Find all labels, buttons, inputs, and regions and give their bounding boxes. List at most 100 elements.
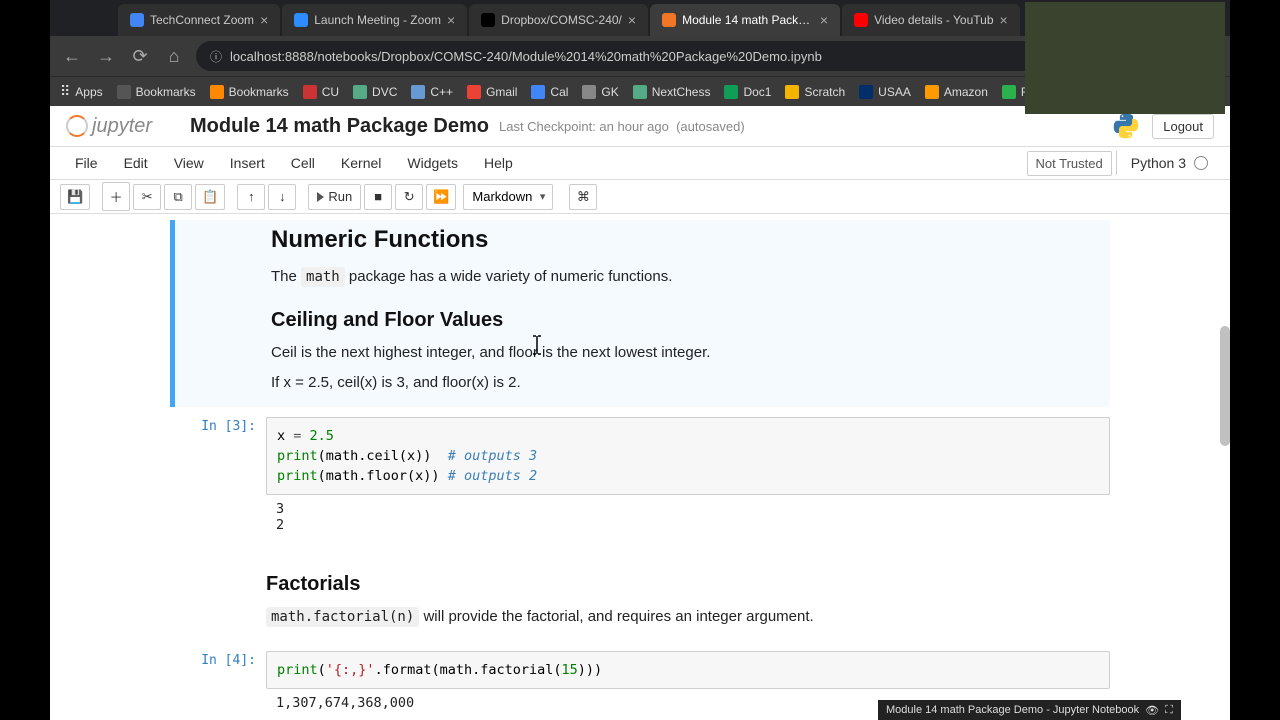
back-button[interactable]: ← (60, 44, 84, 68)
kernel-name: Python 3 (1131, 155, 1186, 171)
tab-label: Launch Meeting - Zoom (314, 13, 441, 27)
jupyter-logo-text: jupyter (92, 115, 152, 138)
cell-prompt (175, 220, 271, 407)
bookmark-item[interactable]: Bookmarks (117, 85, 196, 99)
trusted-indicator[interactable]: Not Trusted (1027, 151, 1112, 176)
markdown-body: Numeric Functions The math package has a… (271, 220, 1110, 407)
close-icon[interactable]: × (447, 12, 455, 28)
add-cell-button[interactable]: ＋ (102, 182, 130, 211)
code-input[interactable]: print('{:,}'.format(math.factorial(15))) (266, 651, 1110, 689)
move-down-button[interactable]: ↓ (268, 184, 296, 210)
code-body: x = 2.5 print(math.ceil(x)) # outputs 3 … (266, 413, 1110, 544)
menu-edit[interactable]: Edit (111, 149, 161, 177)
celltype-select[interactable]: Markdown (463, 184, 553, 210)
bookmark-item[interactable]: USAA (859, 85, 911, 99)
menu-insert[interactable]: Insert (217, 149, 278, 177)
bookmark-item[interactable]: Gmail (467, 85, 517, 99)
python-logo-icon (1112, 112, 1140, 140)
visibility-icon: 👁 (1145, 704, 1159, 717)
paste-button[interactable]: 📋 (195, 184, 225, 210)
forward-button[interactable]: → (94, 44, 118, 68)
inline-code: math (301, 267, 345, 287)
close-icon[interactable]: × (820, 12, 828, 28)
jupyter-logo[interactable]: jupyter (66, 114, 176, 138)
bookmark-label: USAA (878, 85, 911, 99)
menu-file[interactable]: File (62, 149, 111, 177)
bookmark-label: Gmail (486, 85, 517, 99)
code-output: 3 2 (266, 495, 1110, 539)
browser-tab[interactable]: Module 14 math Package Dem× (650, 4, 840, 36)
command-palette-button[interactable]: ⌘ (569, 184, 597, 210)
bookmark-item[interactable]: NextChess (633, 85, 711, 99)
bookmark-icon (353, 85, 367, 99)
kernel-indicator[interactable]: Python 3 (1116, 151, 1218, 175)
bookmark-label: Scratch (804, 85, 845, 99)
bookmark-label: Cal (550, 85, 568, 99)
browser-tab[interactable]: Dropbox/COMSC-240/× (469, 4, 648, 36)
bookmark-label: CU (322, 85, 339, 99)
logout-button[interactable]: Logout (1152, 114, 1214, 139)
tab-label: Video details - YouTub (874, 13, 993, 27)
bookmark-item[interactable]: Doc1 (724, 85, 771, 99)
menu-kernel[interactable]: Kernel (328, 149, 394, 177)
bookmark-item[interactable]: C++ (411, 85, 453, 99)
favicon-icon (130, 13, 144, 27)
browser-tab[interactable]: Video details - YouTub × (842, 4, 1020, 36)
close-icon[interactable]: × (628, 12, 636, 28)
bookmark-icon (785, 85, 799, 99)
bookmark-icon (411, 85, 425, 99)
bookmark-label: GK (601, 85, 618, 99)
reload-button[interactable]: ⟳ (128, 44, 152, 68)
markdown-cell[interactable]: Numeric Functions The math package has a… (170, 220, 1110, 407)
checkpoint-text: Last Checkpoint: an hour ago (autosaved) (499, 119, 745, 134)
bookmark-icon (467, 85, 481, 99)
save-button[interactable]: 💾 (60, 184, 90, 210)
bookmark-item[interactable]: Bookmarks (210, 85, 289, 99)
menu-widgets[interactable]: Widgets (394, 149, 471, 177)
code-cell[interactable]: In [3]: x = 2.5 print(math.ceil(x)) # ou… (170, 413, 1110, 544)
close-icon[interactable]: × (1000, 12, 1008, 28)
bookmark-icon (582, 85, 596, 99)
notebook-scroll[interactable]: Numeric Functions The math package has a… (50, 214, 1230, 720)
bookmark-icon (925, 85, 939, 99)
notebook-title[interactable]: Module 14 math Package Demo (190, 115, 489, 138)
cell-prompt: In [3]: (170, 413, 266, 544)
browser-tab[interactable]: Launch Meeting - Zoom × (282, 4, 467, 36)
bookmark-icon (531, 85, 545, 99)
copy-button[interactable]: ⧉ (164, 184, 192, 210)
fullscreen-icon: ⛶ (1165, 704, 1173, 717)
menu-view[interactable]: View (161, 149, 217, 177)
bookmark-item[interactable]: Amazon (925, 85, 988, 99)
bookmark-item[interactable]: Scratch (785, 85, 845, 99)
bookmark-item[interactable]: DVC (353, 85, 397, 99)
bookmark-item[interactable]: Cal (531, 85, 568, 99)
bookmark-icon (633, 85, 647, 99)
browser-tab[interactable]: TechConnect Zoom× (118, 4, 280, 36)
paragraph: math.factorial(n) will provide the facto… (266, 606, 1110, 629)
bookmark-item[interactable]: GK (582, 85, 618, 99)
notebook-content: Numeric Functions The math package has a… (170, 220, 1110, 720)
restart-button[interactable]: ↻ (395, 184, 423, 210)
apps-button[interactable]: ⠿Apps (60, 83, 103, 100)
favicon-icon (662, 13, 676, 27)
scrollbar-thumb[interactable] (1220, 326, 1230, 446)
bookmark-label: Bookmarks (136, 85, 196, 99)
bookmark-item[interactable]: CU (303, 85, 339, 99)
bookmark-label: NextChess (652, 85, 711, 99)
menu-cell[interactable]: Cell (278, 149, 328, 177)
bookmark-label: DVC (372, 85, 397, 99)
toolbar: 💾 ＋ ✂ ⧉ 📋 ↑ ↓ Run ■ ↻ ⏩ Markdown ⌘ (50, 180, 1230, 214)
interrupt-button[interactable]: ■ (364, 184, 392, 210)
menu-help[interactable]: Help (471, 149, 526, 177)
home-button[interactable]: ⌂ (162, 44, 186, 68)
kernel-status-icon (1194, 156, 1208, 170)
run-button[interactable]: Run (308, 184, 361, 210)
cut-button[interactable]: ✂ (133, 184, 161, 210)
move-up-button[interactable]: ↑ (237, 184, 265, 210)
restart-run-all-button[interactable]: ⏩ (426, 184, 456, 210)
markdown-cell[interactable]: Factorials math.factorial(n) will provid… (170, 549, 1110, 641)
bookmark-icon (724, 85, 738, 99)
code-input[interactable]: x = 2.5 print(math.ceil(x)) # outputs 3 … (266, 417, 1110, 496)
close-icon[interactable]: × (260, 12, 268, 28)
heading-factorials: Factorials (266, 573, 1110, 596)
